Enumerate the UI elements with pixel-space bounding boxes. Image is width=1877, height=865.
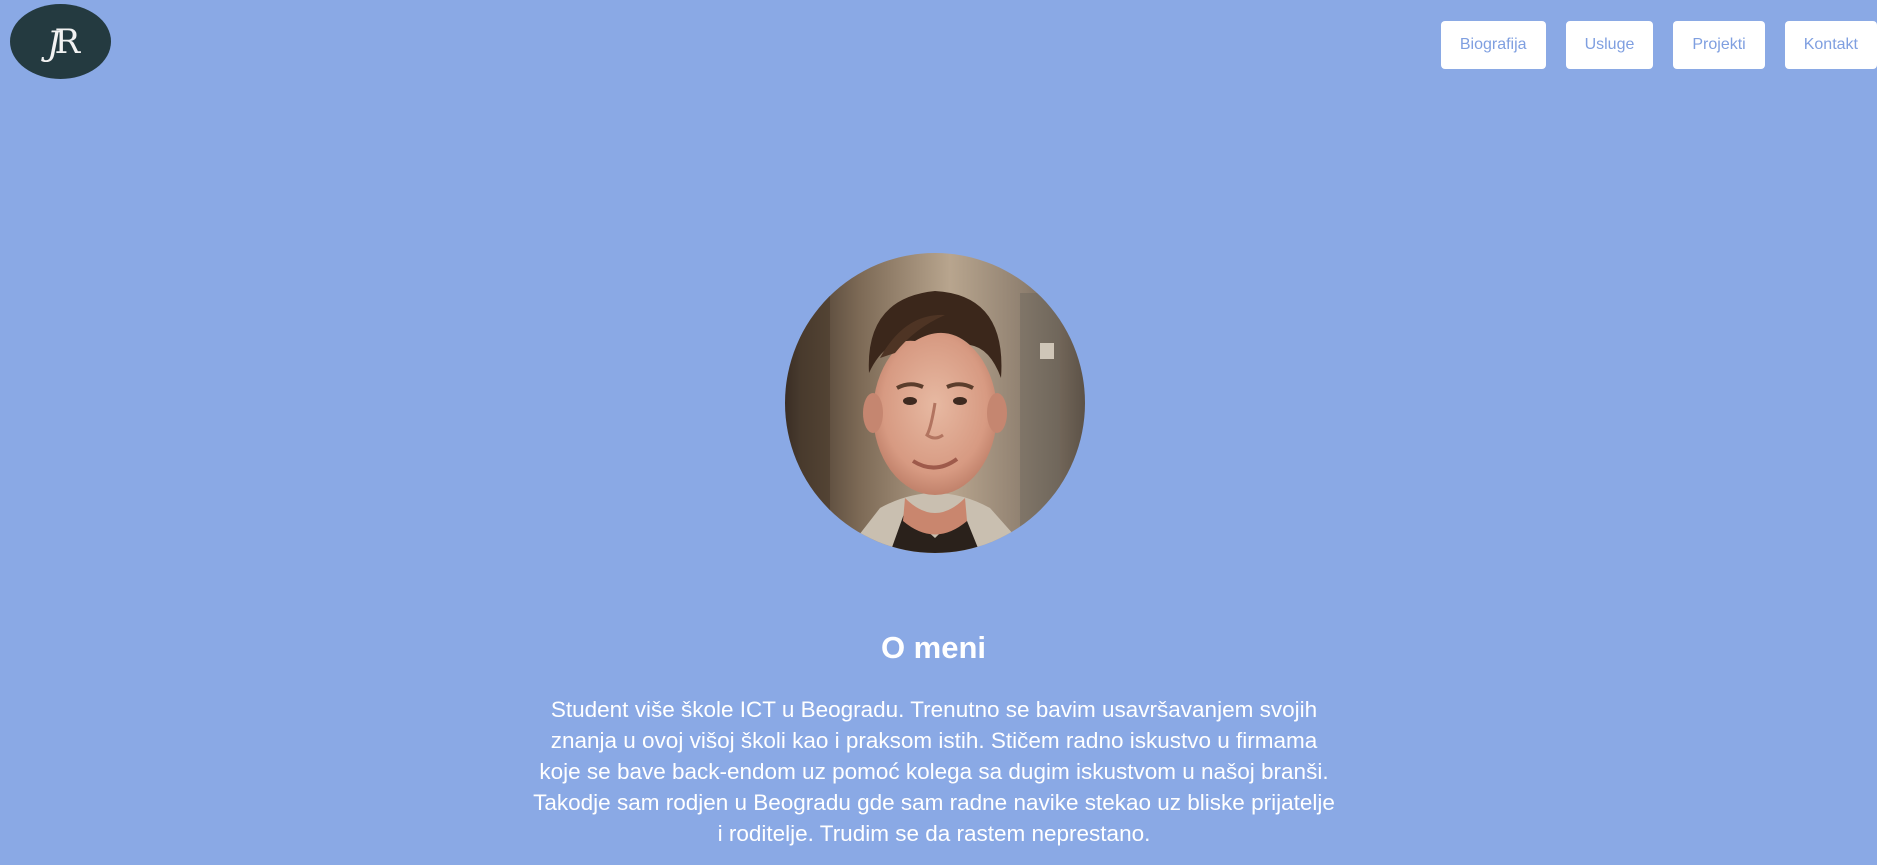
logo-letter-r: R: [54, 21, 80, 62]
home-logo[interactable]: JR: [10, 4, 111, 79]
logo-letter-j: J: [46, 23, 60, 64]
section-heading: O meni: [880, 630, 987, 665]
nav-link-kontakt[interactable]: Kontakt: [1784, 21, 1877, 69]
main-nav: Biografija Usluge Projekti Kontakt: [1440, 21, 1877, 69]
nav-link-biografija[interactable]: Biografija: [1440, 21, 1546, 69]
nav-link-usluge[interactable]: Usluge: [1565, 21, 1654, 69]
bio-text: Student više škole ICT u Beogradu. Trenu…: [533, 697, 1335, 846]
nav-link-projekti[interactable]: Projekti: [1673, 21, 1765, 69]
profile-photo: [785, 253, 1085, 553]
profile-photo-illustration: [785, 253, 1085, 553]
